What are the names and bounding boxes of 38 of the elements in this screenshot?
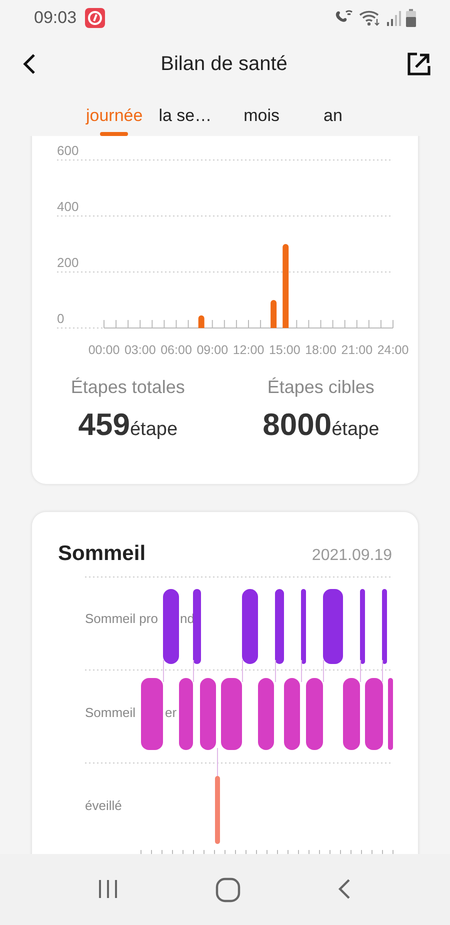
card-title: Sommeil — [58, 541, 146, 567]
y-axis-label: 600 — [57, 143, 79, 158]
stat-unit: étape — [130, 419, 178, 440]
x-axis-label: 03:00 — [124, 343, 156, 357]
stat-unit: étape — [332, 419, 380, 440]
share-button[interactable] — [406, 51, 432, 77]
battery-icon — [406, 9, 416, 27]
sleep-level-label: er — [165, 704, 177, 720]
sleep-level-label: Sommeil — [85, 704, 136, 720]
stat-label: Étapes totales — [70, 376, 186, 399]
status-time: 09:03 — [34, 7, 77, 30]
x-axis-label: 18:00 — [305, 343, 336, 357]
app-notification-icon — [84, 8, 105, 28]
period-tab[interactable]: la se… — [154, 98, 216, 136]
wifi-icon — [358, 9, 382, 27]
x-axis-label: 00:00 — [88, 343, 120, 357]
home-icon — [214, 876, 241, 902]
y-axis-label: 0 — [57, 311, 64, 326]
date-label: 2021.09.19 — [312, 546, 392, 566]
y-axis-label: 200 — [57, 255, 79, 270]
step-bar — [198, 315, 204, 328]
sleep-level-label: Sommeil pro — [85, 610, 158, 626]
x-axis-label: 12:00 — [232, 343, 264, 357]
x-axis-label: 21:00 — [341, 343, 373, 357]
x-axis-label: 24:00 — [377, 343, 409, 357]
x-axis-label: 09:00 — [196, 343, 228, 357]
signal-icon — [386, 9, 402, 27]
x-axis-label: 15:00 — [268, 343, 300, 357]
x-axis-label: 06:00 — [160, 343, 192, 357]
period-tab[interactable]: an — [320, 98, 346, 136]
page-title: Bilan de santé — [160, 52, 288, 77]
period-tab[interactable]: mois — [240, 98, 284, 136]
stat-label: Étapes cibles — [266, 376, 376, 399]
sleep-level-label: éveillé — [85, 798, 122, 812]
stat-value: 459 — [78, 407, 130, 442]
step-bar — [270, 300, 277, 328]
y-axis-label: 400 — [57, 199, 79, 214]
stat-value: 8000 — [262, 407, 332, 442]
